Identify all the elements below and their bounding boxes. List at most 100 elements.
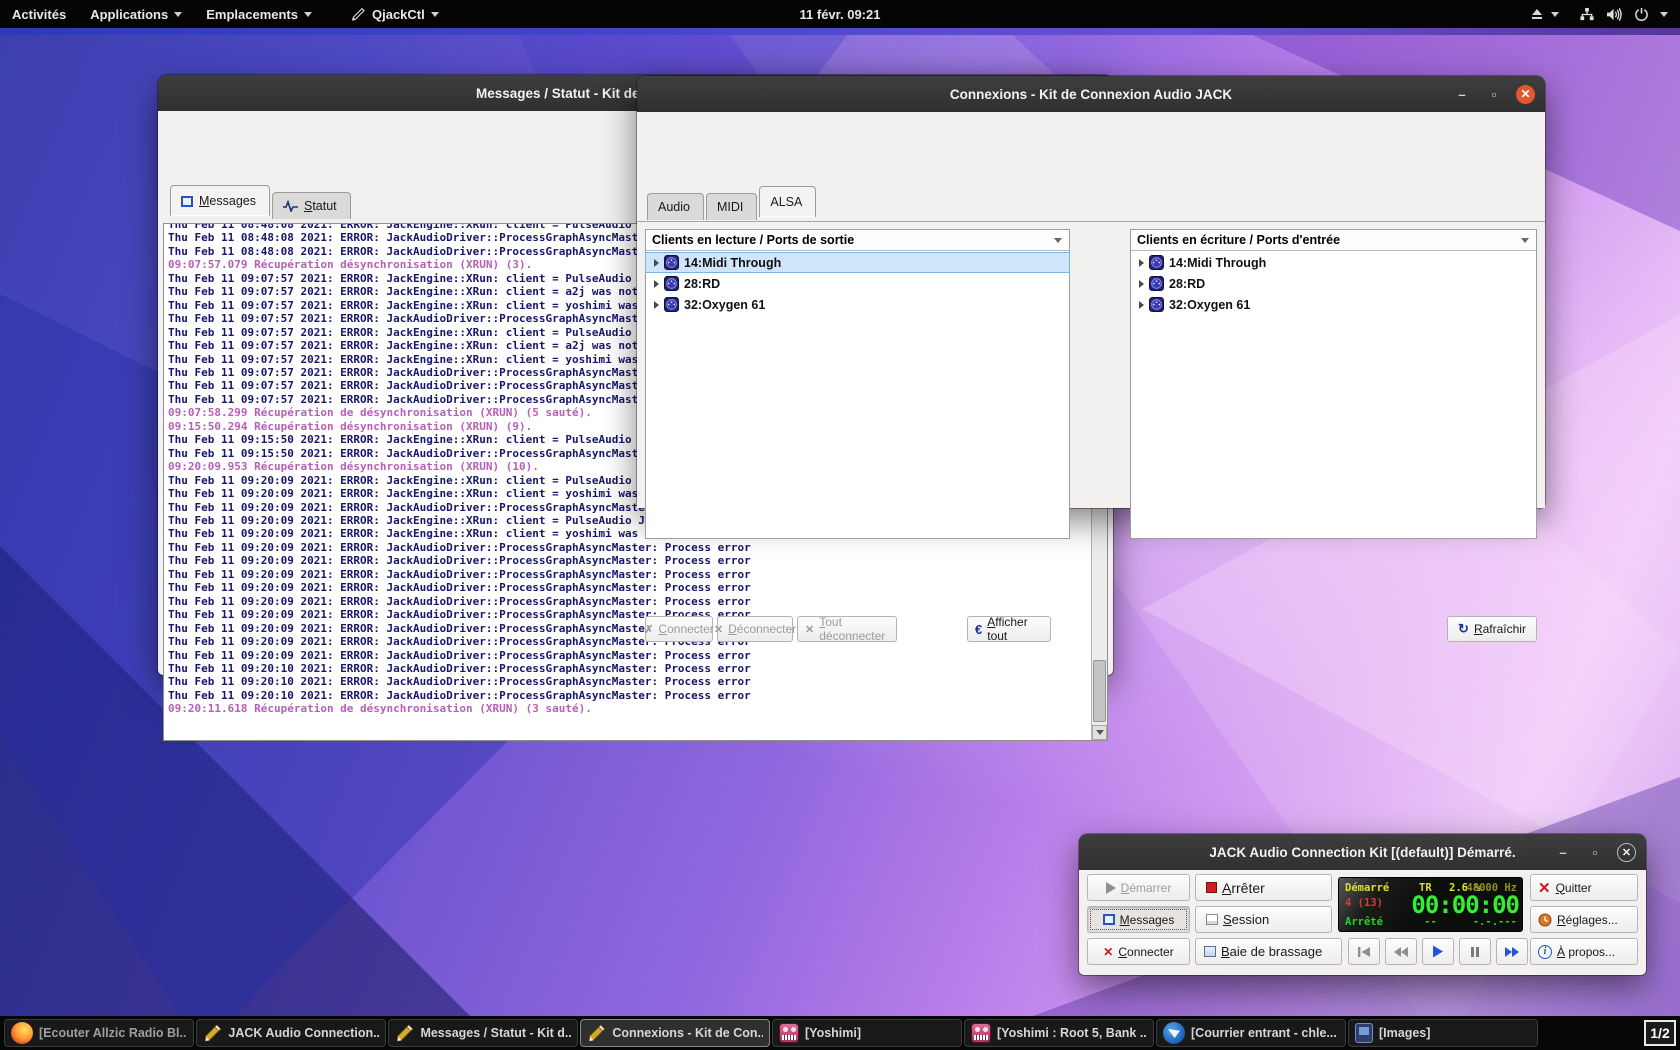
messages-button[interactable]: Messages (1087, 906, 1190, 933)
tab-status[interactable]: Statut (272, 192, 351, 219)
stop-button[interactable]: Arrêter (1195, 874, 1332, 901)
rewind-icon (1393, 946, 1409, 958)
client-row[interactable]: 28:RD (1131, 274, 1536, 293)
applications-menu[interactable]: Applications (78, 0, 194, 28)
taskbar-window-button[interactable]: Connexions - Kit de Con... (580, 1019, 770, 1047)
taskbar-window-label: [Images] (1379, 1026, 1430, 1040)
log-line: Thu Feb 11 09:20:10 2021: ERROR: JackAud… (168, 689, 1090, 702)
refresh-button[interactable]: ↻ Rafraîchir (1447, 616, 1537, 642)
removable-media-menu[interactable] (1527, 0, 1563, 28)
disconnect-label: Déconnecter (728, 622, 796, 636)
expander-icon[interactable] (654, 301, 659, 309)
taskbar-window-button[interactable]: JACK Audio Connection... (196, 1019, 386, 1047)
connect-button[interactable]: ✗ Connecter (645, 616, 713, 642)
elapsed-time: 00:00:00 (1411, 891, 1519, 919)
workspace-pager[interactable]: 1/2 (1644, 1020, 1676, 1046)
connect-label: Connecter (658, 622, 713, 636)
applications-label: Applications (90, 7, 168, 22)
log-line: Thu Feb 11 09:20:09 2021: ERROR: JackAud… (168, 635, 1090, 648)
client-label: 32:Oxygen 61 (684, 298, 765, 312)
system-status-menu[interactable] (1573, 0, 1674, 28)
tab-audio[interactable]: Audio (647, 193, 704, 220)
tab-midi[interactable]: MIDI (706, 193, 757, 220)
settings-label: Réglages... (1557, 913, 1618, 927)
transport-forward-button[interactable] (1496, 938, 1528, 965)
writable-clients-list: 14:Midi Through 28:RD (1131, 251, 1536, 538)
arrow-down-icon (1096, 730, 1104, 735)
midi-client-icon (664, 297, 679, 312)
connect-button-main[interactable]: ✕ Connecter (1087, 938, 1190, 965)
refresh-label: Rafraîchir (1474, 622, 1526, 636)
about-button[interactable]: i À propos... (1530, 938, 1638, 965)
expander-icon[interactable] (654, 280, 659, 288)
yoshimi-icon (971, 1023, 991, 1043)
writable-clients-header[interactable]: Clients en écriture / Ports d'entrée (1131, 230, 1536, 251)
transport-play-button[interactable] (1422, 938, 1454, 965)
transport-time: -.-.--- (1473, 916, 1517, 928)
clock[interactable]: 11 févr. 09:21 (800, 7, 881, 22)
patchbay-button[interactable]: Baie de brassage (1195, 938, 1342, 965)
tab-messages[interactable]: Messages (170, 185, 270, 216)
gnome-top-bar: Activités Applications Emplacements Qjac… (0, 0, 1680, 28)
places-menu[interactable]: Emplacements (194, 0, 324, 28)
yoshimi-icon (779, 1023, 799, 1043)
client-row[interactable]: 14:Midi Through (1131, 253, 1536, 272)
scrollbar-thumb[interactable] (1093, 660, 1106, 722)
minimize-button[interactable]: – (1452, 84, 1472, 104)
tab-alsa[interactable]: ALSA (759, 186, 816, 217)
expander-icon[interactable] (654, 259, 659, 267)
disconnect-all-button[interactable]: ✕ Tout déconnecter (797, 616, 897, 642)
log-line: Thu Feb 11 09:20:09 2021: ERROR: JackAud… (168, 568, 1090, 581)
taskbar-window-label: [Yoshimi] (805, 1026, 861, 1040)
expand-all-label: Afficher tout (987, 615, 1043, 643)
fast-forward-icon (1504, 946, 1520, 958)
settings-button[interactable]: Réglages... (1530, 906, 1638, 933)
close-button[interactable]: ✕ (1516, 85, 1535, 104)
close-button[interactable]: ✕ (1617, 843, 1636, 862)
taskbar-window-button[interactable]: [Courrier entrant - chle... (1156, 1019, 1346, 1047)
scroll-down-button[interactable] (1092, 725, 1107, 740)
transport-rewind-button[interactable] (1385, 938, 1417, 965)
expand-all-button[interactable]: € Afficher tout (967, 616, 1051, 642)
activities-label: Activités (12, 7, 66, 22)
qjackctl-appmenu[interactable]: QjackCtl (338, 0, 451, 28)
main-titlebar[interactable]: JACK Audio Connection Kit [(default)] Dé… (1079, 834, 1646, 870)
expander-icon[interactable] (1139, 259, 1144, 267)
transport-rewind-start-button[interactable] (1348, 938, 1380, 965)
chevron-down-icon (1551, 12, 1559, 17)
minimize-button[interactable]: – (1553, 842, 1573, 862)
session-icon (1206, 914, 1218, 925)
maximize-button[interactable]: ▫ (1484, 84, 1504, 104)
quit-button[interactable]: ✕ Quitter (1530, 874, 1638, 901)
taskbar-window-button[interactable]: [Yoshimi] (772, 1019, 962, 1047)
client-row[interactable]: 32:Oxygen 61 (646, 295, 1069, 314)
expander-icon[interactable] (1139, 280, 1144, 288)
expander-icon[interactable] (1139, 301, 1144, 309)
log-line: 09:20:11.618 Récupération de désynchroni… (168, 702, 1090, 715)
transport-pause-button[interactable] (1459, 938, 1491, 965)
readable-clients-header[interactable]: Clients en lecture / Ports de sortie (646, 230, 1069, 251)
taskbar-window-button[interactable]: [Images] (1348, 1019, 1538, 1047)
chevron-down-icon (1660, 12, 1668, 17)
connections-titlebar[interactable]: Connexions - Kit de Connexion Audio JACK… (637, 76, 1545, 112)
stop-icon (1206, 882, 1217, 893)
thunderbird-icon (1163, 1022, 1185, 1044)
client-row[interactable]: 28:RD (646, 274, 1069, 293)
alsa-connections-pane: Clients en lecture / Ports de sortie 14:… (637, 221, 1545, 508)
log-line: Thu Feb 11 09:20:10 2021: ERROR: JackAud… (168, 662, 1090, 675)
taskbar-window-button[interactable]: Messages / Statut - Kit d... (388, 1019, 578, 1047)
taskbar-window-button[interactable]: [Yoshimi : Root 5, Bank ... (964, 1019, 1154, 1047)
log-line: Thu Feb 11 09:20:09 2021: ERROR: JackAud… (168, 541, 1090, 554)
client-row[interactable]: 32:Oxygen 61 (1131, 295, 1536, 314)
writable-clients-header-label: Clients en écriture / Ports d'entrée (1137, 233, 1340, 247)
session-button[interactable]: Session (1195, 906, 1332, 933)
maximize-button[interactable]: ▫ (1585, 842, 1605, 862)
about-icon: i (1538, 945, 1552, 959)
client-row[interactable]: 14:Midi Through (646, 253, 1069, 272)
disconnect-button[interactable]: ✕ Déconnecter (717, 616, 793, 642)
taskbar-window-label: [Courrier entrant - chle... (1191, 1026, 1337, 1040)
taskbar-window-button[interactable]: [Ecouter Allzic Radio Bl... (4, 1019, 194, 1047)
qjackctl-pencil-icon (587, 1023, 606, 1043)
activities-menu[interactable]: Activités (0, 0, 78, 28)
start-button[interactable]: Démarrer (1087, 874, 1190, 901)
